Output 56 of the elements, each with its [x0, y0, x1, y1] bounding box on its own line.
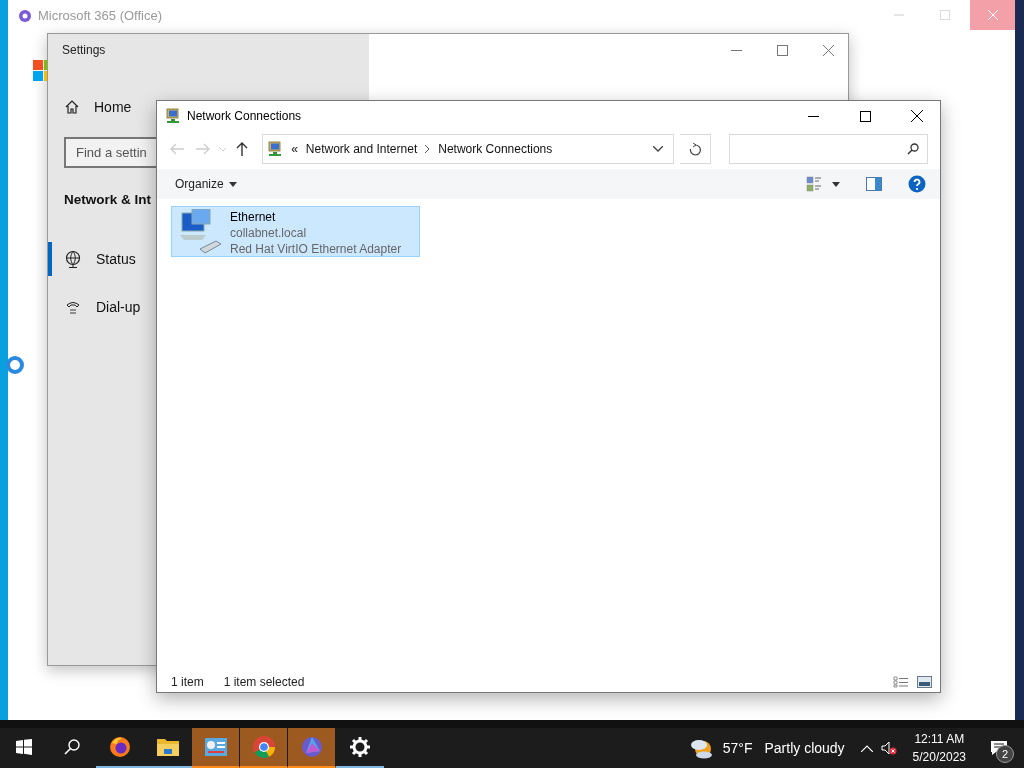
weather-condition[interactable]: Partly cloudy [764, 740, 845, 756]
home-icon [64, 99, 80, 115]
chevron-up-icon[interactable] [860, 744, 873, 752]
windows-start-icon[interactable] [16, 739, 32, 755]
close-icon [987, 10, 998, 20]
notification-button[interactable]: 2 [982, 731, 1016, 765]
address-bar[interactable]: « Network and Internet Network Connections [262, 134, 674, 164]
clock-date[interactable]: 5/20/2023 [912, 748, 966, 766]
search-icon [907, 143, 919, 155]
loading-ring-icon [5, 355, 25, 375]
status-text: 1 item selected [223, 675, 305, 689]
connection-item[interactable]: Ethernet collabnet.local Red Hat VirtIO Ethernet Adapter [171, 206, 420, 257]
folder-icon[interactable] [156, 736, 180, 758]
chevron-icon [425, 145, 431, 153]
up-arrow-icon[interactable] [236, 142, 249, 156]
nav-item[interactable]: Dial-up [48, 290, 156, 324]
help-icon[interactable] [908, 175, 926, 193]
view-options-icon[interactable] [806, 176, 822, 192]
search-icon[interactable] [64, 739, 80, 755]
preview-pane-icon[interactable] [866, 177, 882, 191]
temperature[interactable]: 57°F [722, 740, 753, 756]
details-view-icon[interactable] [893, 676, 909, 688]
status-text: 1 item [171, 675, 204, 689]
caret-icon [228, 181, 237, 187]
search-field[interactable]: Find a settin [64, 137, 157, 168]
settings-icon[interactable] [350, 737, 370, 757]
speaker-muted-icon[interactable] [880, 741, 897, 755]
window-title: Settings [62, 43, 106, 57]
dropdown-caret-icon[interactable] [832, 181, 840, 187]
firefox-icon[interactable] [108, 735, 132, 759]
section-heading: Network & Int [64, 192, 151, 207]
office-logo-icon [18, 8, 32, 23]
network-folder-icon [267, 141, 284, 157]
globe-icon [64, 250, 82, 268]
windows-logo-icon [33, 60, 47, 82]
maximize-icon[interactable] [859, 110, 871, 122]
refresh-icon [689, 142, 702, 156]
breadcrumb-overflow[interactable]: « [291, 142, 298, 156]
large-icons-view-icon[interactable] [917, 676, 932, 688]
clock-time[interactable]: 12:11 AM [914, 730, 965, 748]
home-link[interactable]: Home [48, 90, 156, 124]
refresh-button[interactable] [679, 134, 712, 164]
connection-name: Ethernet [230, 209, 277, 225]
weather-icon[interactable] [688, 737, 715, 759]
adapter-name: Red Hat VirtIO Ethernet Adapter [230, 241, 402, 257]
window-title: Network Connections [187, 109, 302, 123]
control-panel-icon[interactable] [203, 737, 228, 757]
breadcrumb-item[interactable]: Network Connections [438, 142, 553, 156]
dropdown-caret-icon[interactable] [652, 146, 663, 152]
organize-menu[interactable]: Organize [175, 177, 237, 191]
breadcrumb-item[interactable]: Network and Internet [305, 142, 418, 156]
chrome-icon[interactable] [251, 735, 276, 759]
connection-domain: collabnet.local [230, 225, 308, 241]
window-title: Microsoft 365 (Office) [38, 8, 163, 23]
close-icon[interactable] [911, 110, 923, 122]
network-folder-icon [165, 108, 181, 124]
